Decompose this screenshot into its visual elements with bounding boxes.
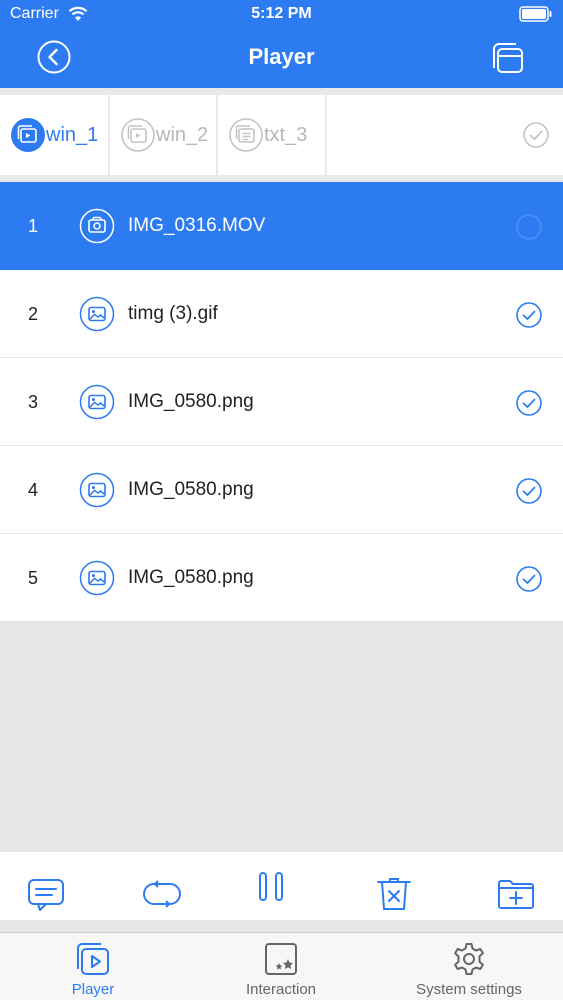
file-row[interactable]: 5 IMG_0580.png bbox=[0, 534, 563, 622]
file-row[interactable]: 4 IMG_0580.png bbox=[0, 446, 563, 534]
tab-player[interactable]: Player bbox=[43, 933, 143, 1000]
video-file-icon bbox=[79, 208, 115, 244]
add-folder-icon[interactable] bbox=[496, 874, 536, 914]
file-row[interactable]: 1 IMG_0316.MOV bbox=[0, 182, 563, 270]
tab-system-settings[interactable]: System settings bbox=[404, 933, 534, 1000]
image-file-icon bbox=[79, 560, 115, 596]
interaction-icon bbox=[265, 943, 297, 975]
file-list: 1 IMG_0316.MOV 2 timg (3).gif 3 IMG_0580… bbox=[0, 182, 563, 622]
message-icon[interactable] bbox=[26, 874, 66, 914]
check-circle-icon[interactable] bbox=[515, 565, 543, 593]
file-name: IMG_0316.MOV bbox=[128, 215, 266, 236]
file-name: IMG_0580.png bbox=[128, 479, 254, 500]
gear-icon bbox=[454, 943, 484, 975]
file-name: IMG_0580.png bbox=[128, 567, 254, 588]
row-index: 3 bbox=[28, 392, 39, 412]
image-file-icon bbox=[79, 384, 115, 420]
tab-label: txt_3 bbox=[264, 123, 308, 146]
row-index: 1 bbox=[28, 216, 39, 236]
window-icon bbox=[11, 118, 45, 152]
bottom-tab-bar: Player Interaction System settings bbox=[0, 932, 563, 1000]
check-circle-icon[interactable] bbox=[515, 301, 543, 329]
select-all-check-icon[interactable] bbox=[522, 121, 550, 149]
delete-icon[interactable] bbox=[374, 874, 414, 914]
tab-txt-3[interactable]: txt_3 bbox=[218, 95, 325, 175]
page-title: Player bbox=[248, 44, 315, 69]
file-row[interactable]: 2 timg (3).gif bbox=[0, 270, 563, 358]
player-icon bbox=[77, 943, 109, 975]
check-circle-icon[interactable] bbox=[515, 389, 543, 417]
tab-label: Interaction bbox=[245, 981, 317, 998]
navigation-header: Carrier 5:12 PM Player bbox=[0, 0, 563, 88]
image-file-icon bbox=[79, 296, 115, 332]
row-index: 5 bbox=[28, 568, 39, 588]
text-window-icon bbox=[229, 118, 263, 152]
window-tabs: win_1 win_2 txt_3 bbox=[0, 88, 563, 180]
window-icon bbox=[121, 118, 155, 152]
loop-icon[interactable] bbox=[142, 874, 182, 914]
tab-label: win_1 bbox=[46, 123, 99, 146]
tab-label: System settings bbox=[416, 981, 522, 998]
tab-interaction[interactable]: Interaction bbox=[226, 933, 336, 1000]
clock: 5:12 PM bbox=[251, 5, 312, 22]
check-circle-icon[interactable] bbox=[515, 213, 543, 241]
check-circle-icon[interactable] bbox=[515, 477, 543, 505]
tab-label: win_2 bbox=[156, 123, 209, 146]
tab-win-2[interactable]: win_2 bbox=[110, 95, 216, 175]
image-file-icon bbox=[79, 472, 115, 508]
window-manager-button[interactable] bbox=[490, 40, 526, 76]
status-bar: Carrier 5:12 PM bbox=[0, 0, 563, 30]
tab-label: Player bbox=[71, 981, 115, 998]
file-row[interactable]: 3 IMG_0580.png bbox=[0, 358, 563, 446]
file-name: timg (3).gif bbox=[128, 303, 218, 324]
file-name: IMG_0580.png bbox=[128, 391, 254, 412]
playback-toolbar bbox=[0, 852, 563, 920]
battery-icon bbox=[519, 6, 552, 22]
tab-win-1[interactable]: win_1 bbox=[0, 95, 108, 175]
row-index: 2 bbox=[28, 304, 39, 324]
pause-icon[interactable] bbox=[251, 868, 291, 908]
row-index: 4 bbox=[28, 480, 39, 500]
